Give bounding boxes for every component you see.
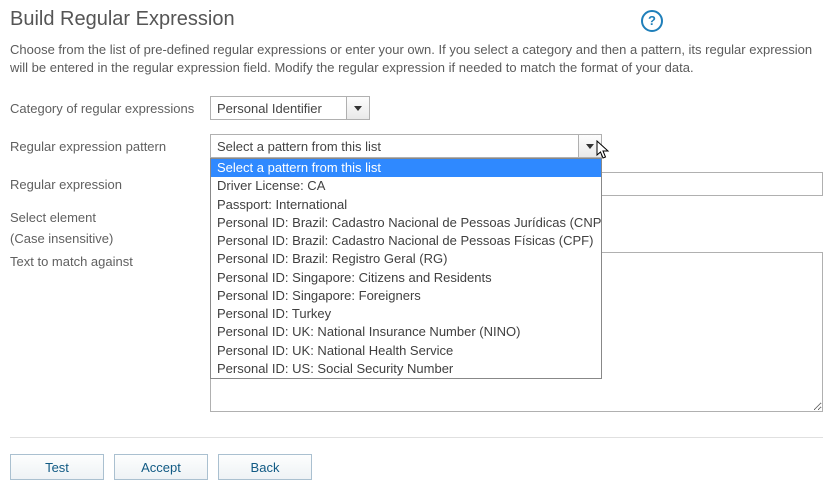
category-dropdown-button[interactable]	[346, 97, 369, 119]
regex-label: Regular expression	[10, 177, 210, 192]
pattern-option[interactable]: Driver License: CA	[211, 177, 601, 195]
pattern-dropdown-list[interactable]: Select a pattern from this listDriver Li…	[210, 158, 602, 379]
category-label: Category of regular expressions	[10, 101, 210, 116]
back-button[interactable]: Back	[218, 454, 312, 480]
pattern-option[interactable]: Passport: International	[211, 196, 601, 214]
accept-button[interactable]: Accept	[114, 454, 208, 480]
case-insensitive-label: (Case insensitive)	[10, 231, 210, 246]
category-select[interactable]: Personal Identifier	[210, 96, 370, 120]
chevron-down-icon	[586, 144, 594, 149]
pattern-option[interactable]: Personal ID: Brazil: Registro Geral (RG)	[211, 250, 601, 268]
divider	[10, 437, 823, 438]
pattern-option[interactable]: Personal ID: Brazil: Cadastro Nacional d…	[211, 214, 601, 232]
pattern-select[interactable]: Select a pattern from this list	[210, 134, 602, 158]
category-select-value: Personal Identifier	[217, 101, 322, 116]
pattern-option[interactable]: Personal ID: Singapore: Citizens and Res…	[211, 269, 601, 287]
pattern-option[interactable]: Personal ID: Turkey	[211, 305, 601, 323]
test-button[interactable]: Test	[10, 454, 104, 480]
intro-text: Choose from the list of pre-defined regu…	[10, 41, 823, 76]
pattern-dropdown-button[interactable]	[578, 135, 601, 157]
pattern-option[interactable]: Personal ID: UK: National Insurance Numb…	[211, 323, 601, 341]
pattern-label: Regular expression pattern	[10, 139, 210, 154]
pattern-option[interactable]: Personal ID: US: Social Security Number	[211, 360, 601, 378]
text-to-match-label: Text to match against	[10, 252, 210, 269]
page-title: Build Regular Expression	[10, 8, 641, 31]
pattern-option[interactable]: Select a pattern from this list	[211, 159, 601, 177]
help-icon[interactable]: ?	[641, 10, 663, 32]
select-element-label: Select element	[10, 210, 210, 225]
pattern-option[interactable]: Personal ID: UK: National Health Service	[211, 342, 601, 360]
pattern-option[interactable]: Personal ID: Singapore: Foreigners	[211, 287, 601, 305]
chevron-down-icon	[354, 106, 362, 111]
pattern-option[interactable]: Personal ID: Brazil: Cadastro Nacional d…	[211, 232, 601, 250]
pattern-select-value: Select a pattern from this list	[217, 139, 381, 154]
